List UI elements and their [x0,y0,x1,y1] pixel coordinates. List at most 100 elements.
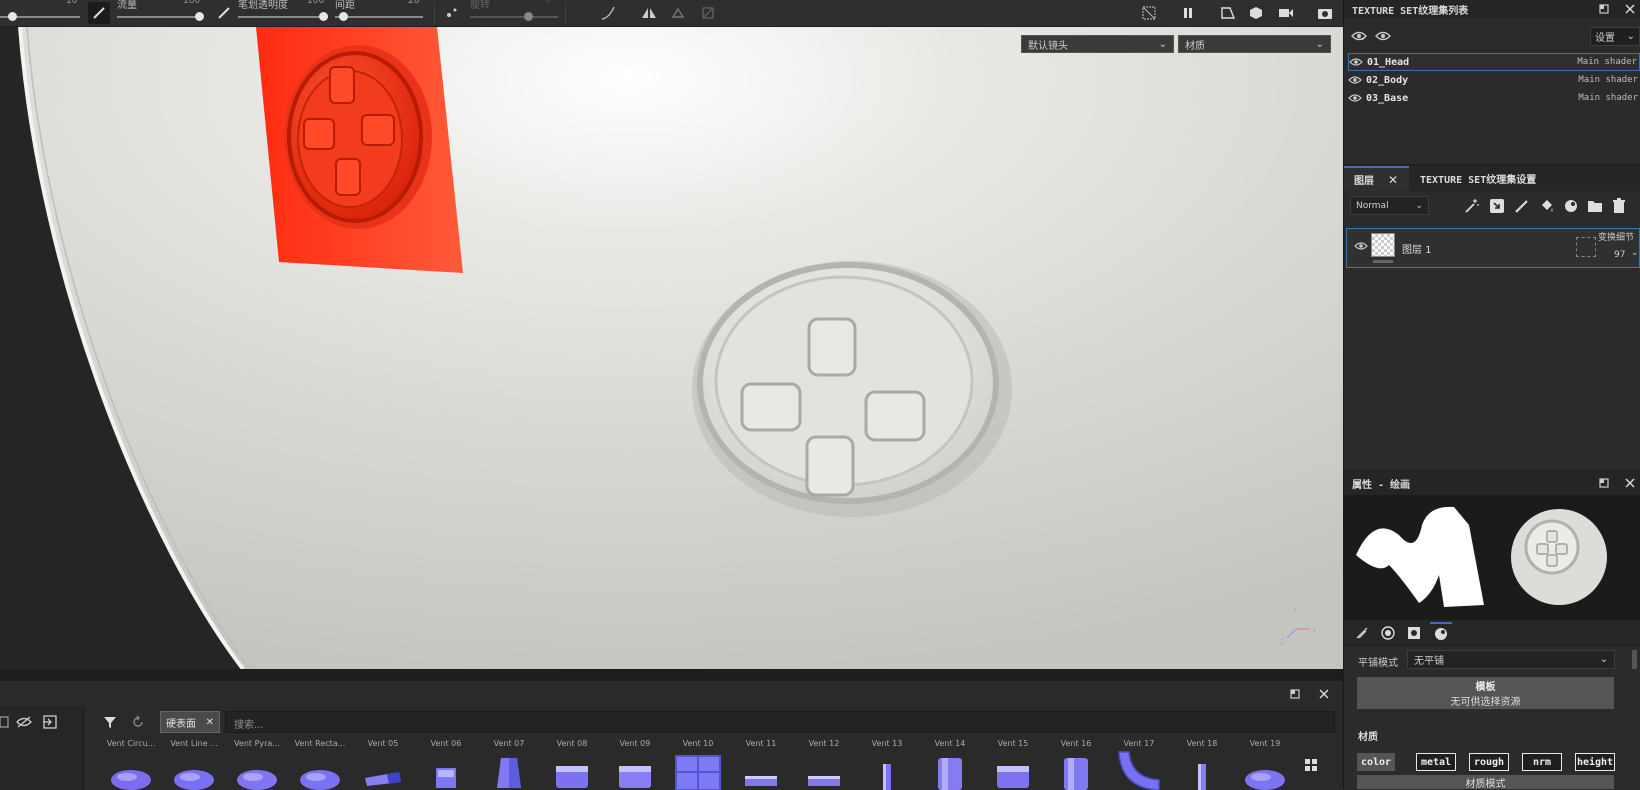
add-mask-icon[interactable] [1486,195,1508,217]
add-smart-material-icon[interactable] [1560,195,1582,217]
shelf-item[interactable]: Vent 08 [541,739,603,790]
flow-slider[interactable] [117,16,202,18]
material-tab-icon[interactable] [1430,622,1452,644]
tiling-mode-select[interactable]: 无平铺 ⌄ [1407,650,1615,669]
panel-divider[interactable] [0,669,1343,680]
layer-row[interactable]: 图层 1 变换细节 97 ⌄ [1346,228,1640,268]
shelf-item[interactable]: Vent Line ... [163,739,225,790]
close-icon[interactable]: ✕ [1388,173,1398,187]
filter-tag-hard-surface[interactable]: 硬表面 ✕ [160,711,220,733]
hide-overlay-icon[interactable] [1138,2,1160,24]
stroke-opacity-slider[interactable] [238,16,328,18]
material-view-select[interactable]: 材质 ⌄ [1178,35,1331,53]
lazy-mouse-icon[interactable] [667,2,689,24]
channel-nrm-button[interactable]: nrm [1522,753,1562,771]
layer-mask-slot[interactable] [1576,237,1596,257]
shelf-item[interactable]: Vent 09 [604,739,666,790]
eye-icon[interactable] [1349,57,1363,67]
spacing-slider[interactable] [335,16,423,18]
channel-rough-button[interactable]: rough [1469,753,1509,771]
shelf-item[interactable]: Vent 13 [856,739,918,790]
stroke-opacity-knob[interactable] [319,12,328,21]
channel-height-button[interactable]: height [1575,753,1615,771]
properties-scrollbar[interactable] [1632,650,1637,669]
shelf-item[interactable]: Vent Circu... [100,739,162,790]
shelf-item[interactable]: Vent 19 [1234,739,1296,790]
pause-icon[interactable] [1177,2,1199,24]
video-icon[interactable] [1275,2,1297,24]
channel-metal-button[interactable]: metal [1416,753,1456,771]
shelf-item[interactable]: Vent Pyra... [226,739,288,790]
close-icon[interactable]: ✕ [206,717,214,728]
refresh-icon[interactable] [127,711,149,733]
shelf-item[interactable]: Vent 15 [982,739,1044,790]
layer-opacity[interactable]: 97 [1614,250,1625,260]
eye-icon[interactable] [1348,75,1362,85]
delete-layer-icon[interactable] [1608,195,1630,217]
chevron-down-icon[interactable]: ⌄ [1631,248,1639,258]
shelf-item[interactable]: Vent 16 [1045,739,1107,790]
texture-set-settings-dropdown[interactable]: 设置 ⌄ [1590,27,1640,46]
import-icon[interactable] [39,711,61,733]
close-icon[interactable] [1619,472,1640,494]
add-fill-layer-icon[interactable] [1536,195,1558,217]
search-input[interactable]: 搜索... [225,711,1335,733]
shelf-item[interactable]: Vent 14 [919,739,981,790]
camera-select[interactable]: 默认镜头 ⌄ [1021,35,1174,53]
texture-set-row[interactable]: 03_Base Main shader [1348,89,1640,107]
maximize-icon[interactable] [1593,472,1615,494]
spacing-knob[interactable] [339,12,348,21]
shelf-item[interactable]: Vent 06 [415,739,477,790]
camera-view-icon[interactable] [1217,2,1239,24]
symmetry-icon[interactable] [638,2,660,24]
screenshot-camera-icon[interactable] [1314,2,1336,24]
maximize-icon[interactable] [1284,683,1306,705]
add-effect-icon[interactable] [1461,195,1483,217]
3d-viewport[interactable]: Y X Z 默认镜头 ⌄ 材质 ⌄ [0,27,1343,669]
grid-view-icon[interactable] [1300,754,1322,776]
add-paint-layer-icon[interactable] [1511,195,1533,217]
display-mode-icon[interactable] [1245,2,1267,24]
shelf-item[interactable]: Vent 07 [478,739,540,790]
close-icon[interactable] [1619,0,1640,20]
shelf-item[interactable]: Vent 12 [793,739,855,790]
toolbar-separator [434,3,435,24]
texture-set-row[interactable]: 01_Head Main shader [1348,53,1640,71]
pressure-curve-icon[interactable] [597,2,619,24]
shelf-item[interactable]: Vent 17 [1108,739,1170,790]
shelf-item[interactable]: Vent 10 [667,739,729,790]
visibility-toggle-icon[interactable] [1348,25,1370,47]
maximize-icon[interactable] [1593,0,1615,20]
rotation-slider[interactable] [470,16,558,18]
close-icon[interactable] [1313,683,1335,705]
rotation-knob[interactable] [524,12,533,21]
material-mode-button[interactable]: 材质模式 [1357,775,1614,790]
eye-icon[interactable] [1348,93,1362,103]
tab-layers[interactable]: 图层 ✕ [1344,166,1409,191]
stencil-tab-icon[interactable] [1403,622,1425,644]
channel-color-button[interactable]: color [1357,753,1395,771]
tab-texture-set-settings[interactable]: TEXTURE SET纹理集设置 [1410,166,1546,191]
transform-icon[interactable] [697,2,719,24]
slider-knob[interactable] [8,12,17,21]
brush-tab-icon[interactable] [1351,622,1373,644]
template-picker[interactable]: 模板 无可供选择资源 [1357,677,1614,709]
blend-mode-select[interactable]: Normal ⌄ [1350,196,1429,215]
eye-icon[interactable] [1372,25,1394,47]
shelf-item[interactable]: Vent 18 [1171,739,1233,790]
shelf-item[interactable]: Vent 11 [730,739,792,790]
shelf-item-label: Vent 19 [1249,739,1281,748]
shelf-item[interactable]: Vent Recta... [289,739,351,790]
flow-slider-knob[interactable] [195,12,204,21]
brush-pressure-icon[interactable] [213,2,235,24]
scatter-icon[interactable] [441,2,463,24]
filter-icon[interactable] [99,711,121,733]
texture-set-row[interactable]: 02_Body Main shader [1348,71,1640,89]
eye-icon[interactable] [1354,241,1368,251]
add-folder-icon[interactable] [1584,195,1606,217]
hide-icon[interactable] [13,711,35,733]
shelf-item[interactable]: Vent 05 [352,739,414,790]
brush-tool-icon[interactable] [88,2,110,24]
alpha-tab-icon[interactable] [1377,622,1399,644]
shelf-item-label: Vent 10 [682,739,714,748]
